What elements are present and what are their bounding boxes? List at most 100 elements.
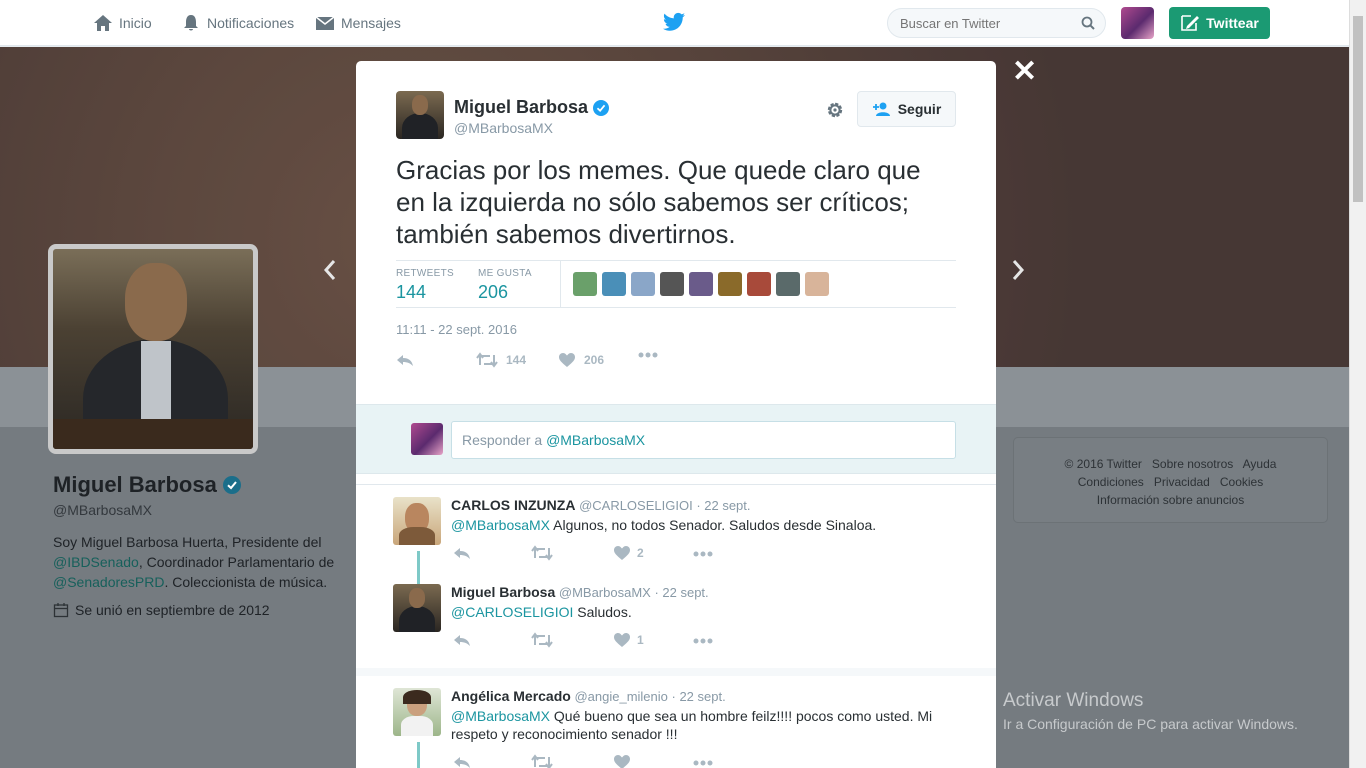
reply-icon — [397, 355, 413, 366]
liker-avatar[interactable] — [660, 272, 684, 296]
footer-cookies-link[interactable]: Cookies — [1220, 475, 1263, 489]
verified-badge-icon — [222, 476, 241, 494]
liker-avatar[interactable] — [602, 272, 626, 296]
reply-avatar[interactable] — [393, 688, 441, 736]
reply-icon[interactable] — [453, 754, 471, 768]
retweet-icon[interactable] — [531, 754, 553, 768]
liker-avatar[interactable] — [573, 272, 597, 296]
previous-tweet-arrow-icon[interactable] — [322, 258, 338, 282]
more-options-icon[interactable] — [693, 638, 713, 644]
heart-icon[interactable] — [613, 545, 631, 561]
footer-privacy-link[interactable]: Privacidad — [1154, 475, 1210, 489]
retweet-icon[interactable] — [531, 632, 553, 648]
heart-icon[interactable] — [613, 754, 631, 768]
more-options-icon[interactable] — [693, 760, 713, 766]
tweet-actions: 144 206 — [396, 352, 956, 372]
follow-button[interactable]: Seguir — [857, 91, 956, 127]
footer-copyright: © 2016 Twitter — [1064, 457, 1142, 471]
reply-author-name[interactable]: Angélica Mercado — [451, 688, 571, 704]
reply-author-name[interactable]: CARLOS INZUNZA — [451, 497, 575, 513]
page-scrollbar[interactable] — [1349, 0, 1366, 768]
tweet-timestamp[interactable]: 11:11 - 22 sept. 2016 — [396, 322, 517, 337]
like-action[interactable]: 206 — [558, 352, 604, 368]
nav-messages[interactable]: Mensajes — [315, 0, 401, 46]
bio-link-ibdsenado[interactable]: @IBDSenado — [53, 554, 139, 570]
reply-author-handle[interactable]: @CARLOSELIGIOI — [579, 498, 693, 513]
reply-date[interactable]: · 22 sept. — [696, 498, 750, 513]
nav-notifications[interactable]: Notificaciones — [181, 0, 294, 46]
profile-name[interactable]: Miguel Barbosa — [53, 472, 343, 498]
tweet-author-handle[interactable]: @MBarbosaMX — [454, 120, 553, 136]
tweet-author-avatar[interactable] — [396, 91, 444, 139]
retweets-count: 144 — [396, 282, 427, 302]
reply-date[interactable]: · 22 sept. — [672, 689, 726, 704]
reply-author-name[interactable]: Miguel Barbosa — [451, 584, 555, 600]
user-avatar[interactable] — [1121, 7, 1154, 39]
gear-icon[interactable] — [824, 99, 846, 121]
search-input[interactable] — [888, 9, 1068, 37]
liker-avatar[interactable] — [805, 272, 829, 296]
reply-icon[interactable] — [453, 545, 471, 561]
activation-subtitle: Ir a Configuración de PC para activar Wi… — [1003, 716, 1298, 732]
tweet-stats: RETWEETS 144 ME GUSTA 206 — [396, 260, 956, 308]
profile-handle[interactable]: @MBarbosaMX — [53, 502, 343, 518]
liker-avatar[interactable] — [631, 272, 655, 296]
more-options-icon — [638, 352, 658, 358]
footer-about-link[interactable]: Sobre nosotros — [1152, 457, 1233, 471]
calendar-icon — [53, 603, 69, 618]
reply-text: @MBarbosaMX Qué bueno que sea un hombre … — [451, 708, 933, 742]
windows-activation-watermark: Activar Windows Ir a Configuración de PC… — [1003, 690, 1298, 732]
tweet-author-name[interactable]: Miguel Barbosa — [454, 97, 610, 118]
retweet-stat[interactable]: RETWEETS 144 — [396, 268, 454, 303]
profile-photo[interactable] — [48, 244, 258, 454]
bell-icon — [184, 15, 198, 31]
heart-icon[interactable] — [613, 632, 631, 648]
reply-actions: 2 — [451, 544, 951, 562]
nav-home[interactable]: Inicio — [93, 0, 152, 46]
verified-badge-icon — [593, 99, 610, 116]
reply-author-handle[interactable]: @angie_milenio — [574, 689, 667, 704]
next-tweet-arrow-icon[interactable] — [1010, 258, 1026, 282]
liker-avatars — [573, 272, 829, 296]
footer-ads-info-link[interactable]: Información sobre anuncios — [1097, 493, 1244, 507]
profile-join-date: Se unió en septiembre de 2012 — [53, 602, 343, 618]
search-box[interactable] — [887, 8, 1106, 38]
join-date-text: Se unió en septiembre de 2012 — [75, 602, 270, 618]
reply-author-handle[interactable]: @MBarbosaMX — [559, 585, 651, 600]
reply-action[interactable] — [396, 352, 414, 368]
home-icon — [94, 15, 112, 31]
likes-count: 206 — [478, 282, 509, 302]
reply-text: @CARLOSELIGIOI Saludos. — [451, 604, 632, 620]
profile-bio-text: Soy Miguel Barbosa Huerta, Presidente de… — [53, 534, 335, 590]
liker-avatar[interactable] — [747, 272, 771, 296]
reply-date[interactable]: · 22 sept. — [654, 585, 708, 600]
twitter-bird-icon[interactable] — [663, 12, 685, 32]
footer-help-link[interactable]: Ayuda — [1243, 457, 1277, 471]
liker-avatar[interactable] — [776, 272, 800, 296]
liker-avatar[interactable] — [718, 272, 742, 296]
likes-stat[interactable]: ME GUSTA 206 — [478, 268, 532, 303]
reply-actions — [451, 753, 951, 768]
retweet-action-count: 144 — [506, 353, 527, 367]
reply-thread: Angélica Mercado @angie_milenio · 22 sep… — [356, 668, 996, 768]
tweet-author-name-text: Miguel Barbosa — [454, 97, 589, 117]
search-icon[interactable] — [1081, 16, 1095, 30]
footer-links-box: © 2016 Twitter Sobre nosotros Ayuda Cond… — [1013, 437, 1328, 523]
liker-avatar[interactable] — [689, 272, 713, 296]
likes-label: ME GUSTA — [478, 268, 532, 279]
more-options-icon[interactable] — [693, 551, 713, 557]
reply-actions: 1 — [451, 631, 951, 649]
more-action[interactable] — [638, 352, 658, 358]
tweet-button[interactable]: Twittear — [1169, 7, 1270, 39]
nav-home-label: Inicio — [119, 15, 152, 31]
footer-terms-link[interactable]: Condiciones — [1078, 475, 1144, 489]
scrollbar-thumb[interactable] — [1353, 16, 1363, 202]
reply-icon[interactable] — [453, 632, 471, 648]
retweet-icon[interactable] — [531, 545, 553, 561]
reply-avatar[interactable] — [393, 497, 441, 545]
bio-link-senadoresprd[interactable]: @SenadoresPRD — [53, 574, 165, 590]
close-icon[interactable]: ✕ — [1012, 57, 1037, 87]
retweet-action[interactable]: 144 — [476, 352, 526, 368]
reply-input[interactable]: Responder a @MBarbosaMX — [451, 421, 956, 459]
reply-avatar[interactable] — [393, 584, 441, 632]
